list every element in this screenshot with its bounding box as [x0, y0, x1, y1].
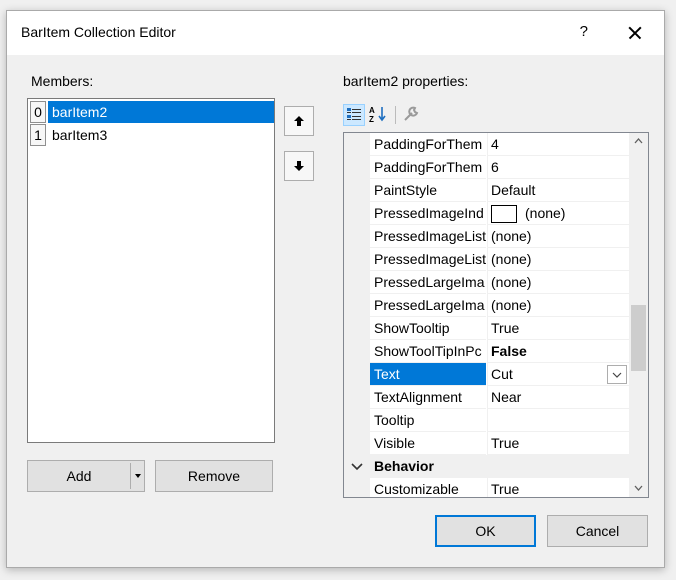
- property-value[interactable]: False: [487, 340, 629, 363]
- property-name: PaintStyle: [370, 179, 486, 202]
- property-grid[interactable]: PaddingForThem 4 PaddingForThem 6 PaintS…: [343, 132, 649, 498]
- member-item[interactable]: 1 barItem3: [30, 124, 274, 146]
- member-item[interactable]: 0 barItem2: [30, 101, 274, 123]
- property-value[interactable]: True: [487, 478, 629, 497]
- member-name: barItem3: [52, 127, 108, 143]
- property-name: Visible: [370, 432, 486, 455]
- collapse-chevron-icon[interactable]: [351, 462, 363, 472]
- value-dropdown-button[interactable]: [607, 365, 627, 384]
- dropdown-arrow-icon[interactable]: [135, 474, 141, 478]
- property-row[interactable]: TextAlignment Near: [344, 386, 629, 409]
- collection-editor-dialog: BarItem Collection Editor ? Members: 0 b…: [6, 10, 665, 568]
- chevron-down-icon: [634, 485, 643, 491]
- property-name: PressedLargeIma: [370, 294, 486, 317]
- property-value[interactable]: True: [487, 432, 629, 455]
- property-value[interactable]: True: [487, 317, 629, 340]
- property-name: PressedImageList: [370, 225, 486, 248]
- vertical-scrollbar[interactable]: [629, 133, 648, 497]
- scroll-up-button[interactable]: [629, 133, 648, 150]
- property-row[interactable]: PressedImageList (none): [344, 225, 629, 248]
- split-divider: [130, 463, 131, 489]
- arrow-down-icon: [294, 161, 304, 171]
- property-value[interactable]: (none): [487, 248, 629, 271]
- members-label: Members:: [31, 73, 94, 89]
- property-value[interactable]: (none): [487, 294, 629, 317]
- property-row[interactable]: PressedLargeIma (none): [344, 294, 629, 317]
- property-name: Customizable: [370, 478, 486, 497]
- property-value[interactable]: 6: [487, 156, 629, 179]
- window-title: BarItem Collection Editor: [21, 24, 176, 40]
- title-bar: BarItem Collection Editor ?: [7, 11, 664, 55]
- property-value-text: (none): [525, 205, 566, 221]
- property-pages-button[interactable]: [401, 104, 423, 126]
- property-value[interactable]: (none): [487, 271, 629, 294]
- property-row[interactable]: Visible True: [344, 432, 629, 455]
- categorized-icon: [347, 108, 361, 120]
- svg-text:A: A: [369, 106, 375, 115]
- property-value-editor[interactable]: Cut: [487, 363, 629, 386]
- property-name: ShowToolTipInPc: [370, 340, 486, 363]
- property-name: Tooltip: [370, 409, 486, 432]
- scroll-down-button[interactable]: [629, 480, 648, 497]
- members-list[interactable]: 0 barItem2 1 barItem3: [27, 98, 275, 443]
- property-value-with-swatch[interactable]: (none): [487, 202, 629, 225]
- svg-text:Z: Z: [369, 115, 374, 124]
- cancel-button[interactable]: Cancel: [547, 515, 648, 547]
- close-icon[interactable]: [620, 20, 650, 46]
- property-value[interactable]: (none): [487, 225, 629, 248]
- scrollbar-thumb[interactable]: [631, 305, 646, 371]
- property-name: Text: [370, 363, 486, 386]
- help-button[interactable]: ?: [580, 23, 588, 40]
- member-index: 0: [30, 101, 46, 123]
- ok-button[interactable]: OK: [435, 515, 536, 547]
- property-row[interactable]: PaddingForThem 4: [344, 133, 629, 156]
- property-row[interactable]: ShowToolTipInPc False: [344, 340, 629, 363]
- move-down-button[interactable]: [284, 151, 314, 181]
- property-name: ShowTooltip: [370, 317, 486, 340]
- property-value[interactable]: Default: [487, 179, 629, 202]
- categorized-button[interactable]: [343, 104, 365, 126]
- member-index: 1: [30, 124, 46, 146]
- member-name: barItem2: [48, 101, 274, 123]
- property-value[interactable]: [487, 409, 629, 432]
- category-row-behavior[interactable]: Behavior: [344, 455, 629, 478]
- property-name: PressedImageInd: [370, 202, 486, 225]
- property-name: TextAlignment: [370, 386, 486, 409]
- property-row[interactable]: PaddingForThem 6: [344, 156, 629, 179]
- property-row[interactable]: PressedImageInd (none): [344, 202, 629, 225]
- remove-button[interactable]: Remove: [155, 460, 273, 492]
- add-button-label: Add: [66, 468, 92, 484]
- arrow-up-icon: [294, 116, 304, 126]
- properties-label: barItem2 properties:: [343, 73, 469, 89]
- property-grid-toolbar: A Z: [343, 104, 423, 128]
- property-row[interactable]: ShowTooltip True: [344, 317, 629, 340]
- property-value[interactable]: Near: [487, 386, 629, 409]
- move-up-button[interactable]: [284, 106, 314, 136]
- wrench-icon: [404, 106, 419, 121]
- category-name: Behavior: [374, 458, 434, 474]
- alphabetical-button[interactable]: A Z: [367, 104, 389, 126]
- property-name: PressedLargeIma: [370, 271, 486, 294]
- property-name: PaddingForThem: [370, 133, 486, 156]
- add-split-button[interactable]: Add: [27, 460, 145, 492]
- property-row[interactable]: PaintStyle Default: [344, 179, 629, 202]
- property-row[interactable]: PressedLargeIma (none): [344, 271, 629, 294]
- chevron-down-icon: [612, 372, 622, 378]
- sort-alphabetical-icon: A Z: [369, 106, 386, 124]
- text-value[interactable]: Cut: [491, 366, 513, 382]
- property-row[interactable]: Customizable True: [344, 478, 629, 497]
- property-name: PressedImageList: [370, 248, 486, 271]
- chevron-up-icon: [634, 138, 643, 144]
- property-name: PaddingForThem: [370, 156, 486, 179]
- property-row[interactable]: PressedImageList (none): [344, 248, 629, 271]
- image-swatch: [491, 205, 517, 224]
- property-row[interactable]: Tooltip: [344, 409, 629, 432]
- property-value[interactable]: 4: [487, 133, 629, 156]
- property-row-selected[interactable]: Text Cut: [344, 363, 629, 386]
- toolbar-separator: [395, 106, 396, 124]
